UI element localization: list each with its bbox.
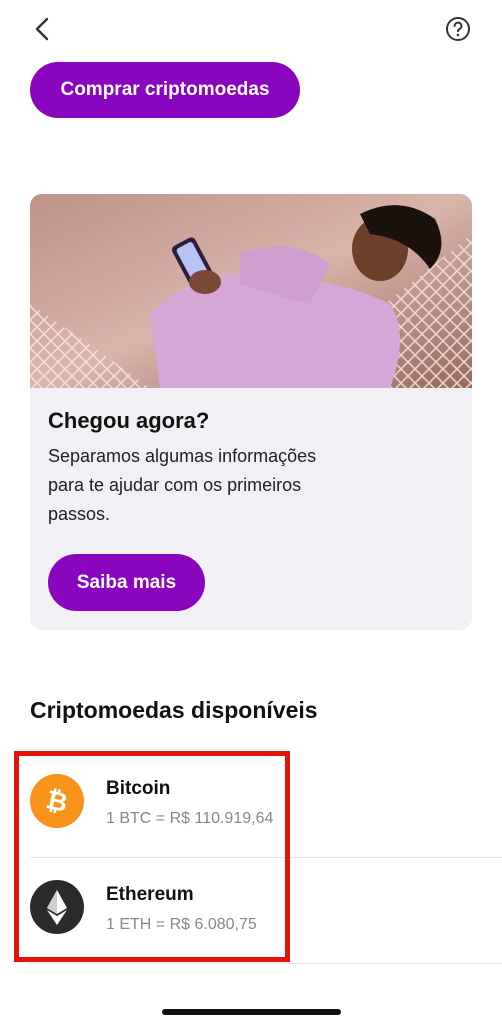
section-title: Criptomoedas disponíveis	[30, 697, 318, 723]
hero-image	[30, 194, 472, 388]
chevron-left-icon[interactable]	[30, 15, 54, 43]
top-bar	[0, 0, 502, 60]
home-indicator	[162, 1009, 341, 1015]
learn-more-button[interactable]: Saiba mais	[48, 554, 205, 611]
question-circle-icon[interactable]	[445, 16, 471, 42]
card-description: Separamos algumas informações para te aj…	[48, 446, 317, 524]
info-card: Chegou agora? Separamos algumas informaç…	[30, 194, 472, 630]
highlight-annotation	[14, 751, 290, 962]
buy-crypto-button[interactable]: Comprar criptomoedas	[30, 62, 300, 118]
card-title: Chegou agora?	[48, 408, 210, 433]
